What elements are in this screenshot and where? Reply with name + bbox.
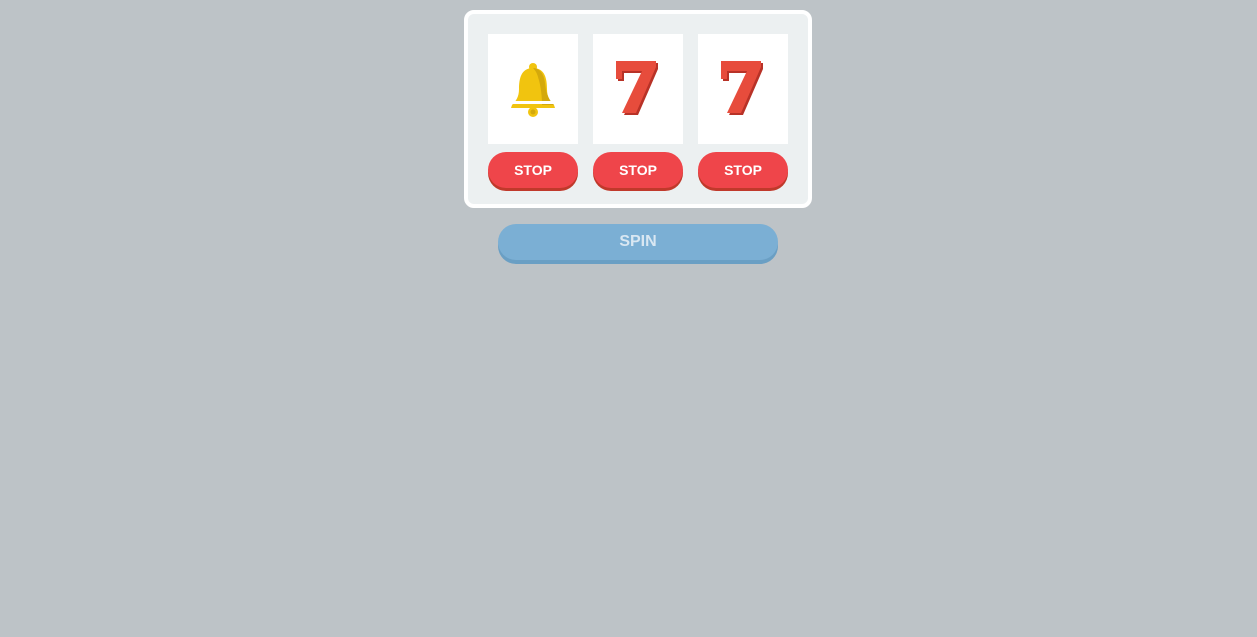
reel-column-3: STOP xyxy=(698,34,788,188)
reel-1 xyxy=(488,34,578,144)
reel-3 xyxy=(698,34,788,144)
stop-button-1[interactable]: STOP xyxy=(488,152,578,188)
slot-machine-frame: STOP STOP STOP xyxy=(464,10,812,208)
reel-column-1: STOP xyxy=(488,34,578,188)
bell-icon xyxy=(511,63,555,117)
reel-column-2: STOP xyxy=(593,34,683,188)
seven-icon xyxy=(721,61,763,115)
spin-button[interactable]: SPIN xyxy=(498,224,778,260)
seven-icon xyxy=(616,61,658,115)
stop-button-2[interactable]: STOP xyxy=(593,152,683,188)
stop-button-3[interactable]: STOP xyxy=(698,152,788,188)
reel-2 xyxy=(593,34,683,144)
